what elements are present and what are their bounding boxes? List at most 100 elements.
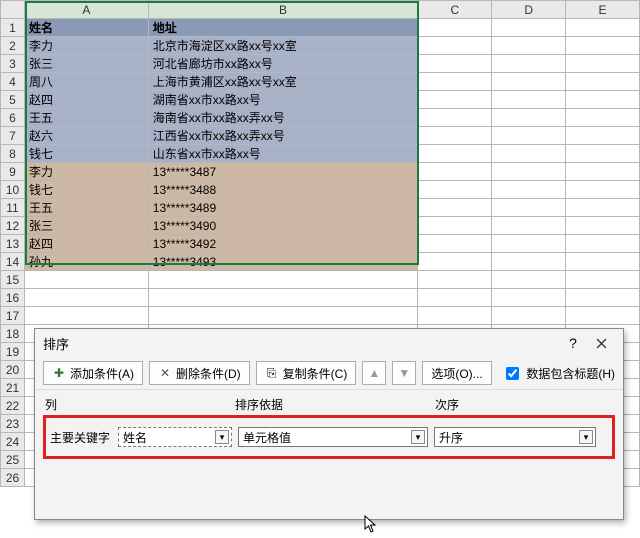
cell-name[interactable]: 李力: [24, 163, 148, 181]
sort-key-combo[interactable]: 姓名 ▾: [118, 427, 232, 447]
col-header-C[interactable]: C: [418, 1, 492, 19]
table-row[interactable]: 10钱七13*****3488: [1, 181, 640, 199]
table-row[interactable]: 12张三13*****3490: [1, 217, 640, 235]
row-header[interactable]: 5: [1, 91, 25, 109]
row-header[interactable]: 18: [1, 325, 25, 343]
row-header[interactable]: 16: [1, 289, 25, 307]
table-row[interactable]: 15: [1, 271, 640, 289]
cell-name[interactable]: 李力: [24, 37, 148, 55]
help-button[interactable]: ?: [559, 332, 587, 354]
options-button[interactable]: 选项(O)...: [422, 361, 491, 385]
table-row[interactable]: 14孙九13*****3493: [1, 253, 640, 271]
table-row[interactable]: 6王五海南省xx市xx路xx弄xx号: [1, 109, 640, 127]
select-all-corner[interactable]: [1, 1, 25, 19]
delete-condition-button[interactable]: ✕ 删除条件(D): [149, 361, 250, 385]
cell-value[interactable]: 13*****3487: [148, 163, 418, 181]
table-row[interactable]: 3张三河北省廊坊市xx路xx号: [1, 55, 640, 73]
cell-name[interactable]: 周八: [24, 73, 148, 91]
cell-value[interactable]: 13*****3490: [148, 217, 418, 235]
table-row[interactable]: 16: [1, 289, 640, 307]
row-header[interactable]: 23: [1, 415, 25, 433]
cell-name[interactable]: 张三: [24, 55, 148, 73]
cell-name[interactable]: 王五: [24, 199, 148, 217]
row-header[interactable]: 11: [1, 199, 25, 217]
row-header[interactable]: 25: [1, 451, 25, 469]
cell-name[interactable]: 赵六: [24, 127, 148, 145]
chevron-down-icon: ▾: [579, 430, 593, 444]
sort-grid-header: 列 排序依据 次序: [35, 390, 623, 415]
col-header-B[interactable]: B: [148, 1, 418, 19]
col-header-E[interactable]: E: [566, 1, 640, 19]
row-header[interactable]: 1: [1, 19, 25, 37]
cell-name[interactable]: 钱七: [24, 145, 148, 163]
cell-name[interactable]: 赵四: [24, 91, 148, 109]
primary-key-label: 主要关键字: [50, 429, 112, 446]
header-addr[interactable]: 地址: [148, 19, 418, 37]
row-header[interactable]: 4: [1, 73, 25, 91]
cell-value[interactable]: 海南省xx市xx路xx弄xx号: [148, 109, 418, 127]
table-row[interactable]: 1 姓名 地址: [1, 19, 640, 37]
row-header[interactable]: 14: [1, 253, 25, 271]
header-name[interactable]: 姓名: [24, 19, 148, 37]
cell-name[interactable]: 孙九: [24, 253, 148, 271]
col-header-A[interactable]: A: [24, 1, 148, 19]
plus-icon: ✚: [52, 366, 66, 380]
dialog-toolbar: ✚ 添加条件(A) ✕ 删除条件(D) ⎘ 复制条件(C) ▲ ▼ 选项(O).…: [35, 357, 623, 390]
sort-basis-combo[interactable]: 单元格值 ▾: [238, 427, 428, 447]
table-row[interactable]: 13赵四13*****3492: [1, 235, 640, 253]
cell-value[interactable]: 河北省廊坊市xx路xx号: [148, 55, 418, 73]
row-header[interactable]: 3: [1, 55, 25, 73]
cell-value[interactable]: 13*****3489: [148, 199, 418, 217]
move-up-button[interactable]: ▲: [362, 361, 386, 385]
cell-name[interactable]: 王五: [24, 109, 148, 127]
cell-value[interactable]: 13*****3492: [148, 235, 418, 253]
row-header[interactable]: 22: [1, 397, 25, 415]
chevron-down-icon: ▼: [398, 366, 410, 380]
copy-condition-button[interactable]: ⎘ 复制条件(C): [256, 361, 357, 385]
table-row[interactable]: 5赵四湖南省xx市xx路xx号: [1, 91, 640, 109]
cell-name[interactable]: 张三: [24, 217, 148, 235]
sort-basis-value: 单元格值: [243, 429, 291, 446]
table-row[interactable]: 4周八上海市黄浦区xx路xx号xx室: [1, 73, 640, 91]
table-row[interactable]: 8钱七山东省xx市xx路xx号: [1, 145, 640, 163]
cell-name[interactable]: 赵四: [24, 235, 148, 253]
row-header[interactable]: 9: [1, 163, 25, 181]
row-header[interactable]: 17: [1, 307, 25, 325]
row-header[interactable]: 13: [1, 235, 25, 253]
header-checkbox[interactable]: 数据包含标题(H): [502, 364, 615, 383]
copy-icon: ⎘: [265, 366, 279, 380]
move-down-button[interactable]: ▼: [392, 361, 416, 385]
row-header[interactable]: 20: [1, 361, 25, 379]
row-header[interactable]: 19: [1, 343, 25, 361]
table-row[interactable]: 2李力北京市海淀区xx路xx号xx室: [1, 37, 640, 55]
table-row[interactable]: 17: [1, 307, 640, 325]
row-header[interactable]: 15: [1, 271, 25, 289]
table-row[interactable]: 9李力13*****3487: [1, 163, 640, 181]
col-header-D[interactable]: D: [492, 1, 566, 19]
row-header[interactable]: 21: [1, 379, 25, 397]
sort-order-combo[interactable]: 升序 ▾: [434, 427, 596, 447]
close-button[interactable]: [587, 332, 615, 354]
row-header[interactable]: 7: [1, 127, 25, 145]
cell-value[interactable]: 江西省xx市xx路xx弄xx号: [148, 127, 418, 145]
cell-value[interactable]: 13*****3488: [148, 181, 418, 199]
cell-name[interactable]: 钱七: [24, 181, 148, 199]
cell-value[interactable]: 上海市黄浦区xx路xx号xx室: [148, 73, 418, 91]
row-header[interactable]: 12: [1, 217, 25, 235]
cell-value[interactable]: 湖南省xx市xx路xx号: [148, 91, 418, 109]
cell-value[interactable]: 山东省xx市xx路xx号: [148, 145, 418, 163]
table-row[interactable]: 7赵六江西省xx市xx路xx弄xx号: [1, 127, 640, 145]
cell-value[interactable]: 13*****3493: [148, 253, 418, 271]
row-header[interactable]: 10: [1, 181, 25, 199]
row-header[interactable]: 8: [1, 145, 25, 163]
sort-dialog: 排序 ? ✚ 添加条件(A) ✕ 删除条件(D) ⎘ 复制条件(C) ▲ ▼ 选…: [34, 328, 624, 520]
cell-value[interactable]: 北京市海淀区xx路xx号xx室: [148, 37, 418, 55]
sort-key-value: 姓名: [123, 429, 147, 446]
row-header[interactable]: 24: [1, 433, 25, 451]
add-condition-button[interactable]: ✚ 添加条件(A): [43, 361, 143, 385]
row-header[interactable]: 2: [1, 37, 25, 55]
row-header[interactable]: 26: [1, 469, 25, 487]
table-row[interactable]: 11王五13*****3489: [1, 199, 640, 217]
row-header[interactable]: 6: [1, 109, 25, 127]
header-checkbox-input[interactable]: [506, 367, 519, 380]
